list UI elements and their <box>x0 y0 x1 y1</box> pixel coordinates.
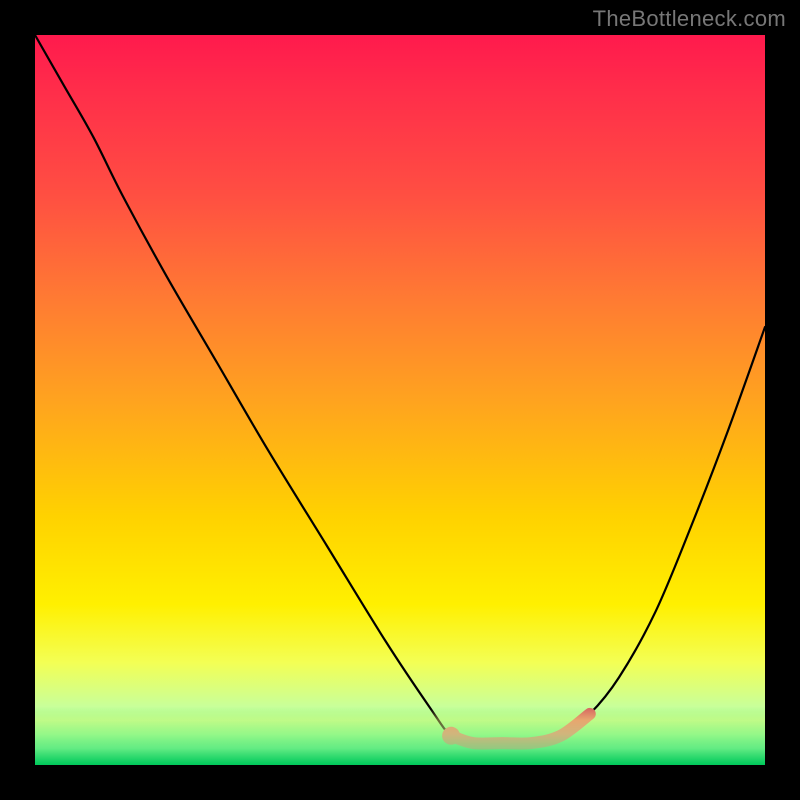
bottleneck-highlight-segment <box>451 714 590 744</box>
chart-frame: TheBottleneck.com <box>0 0 800 800</box>
bottleneck-highlight-start-dot <box>442 727 460 745</box>
watermark-text: TheBottleneck.com <box>593 6 786 32</box>
bottleneck-curve-line <box>35 35 765 744</box>
plot-area <box>35 35 765 765</box>
curve-svg <box>35 35 765 765</box>
